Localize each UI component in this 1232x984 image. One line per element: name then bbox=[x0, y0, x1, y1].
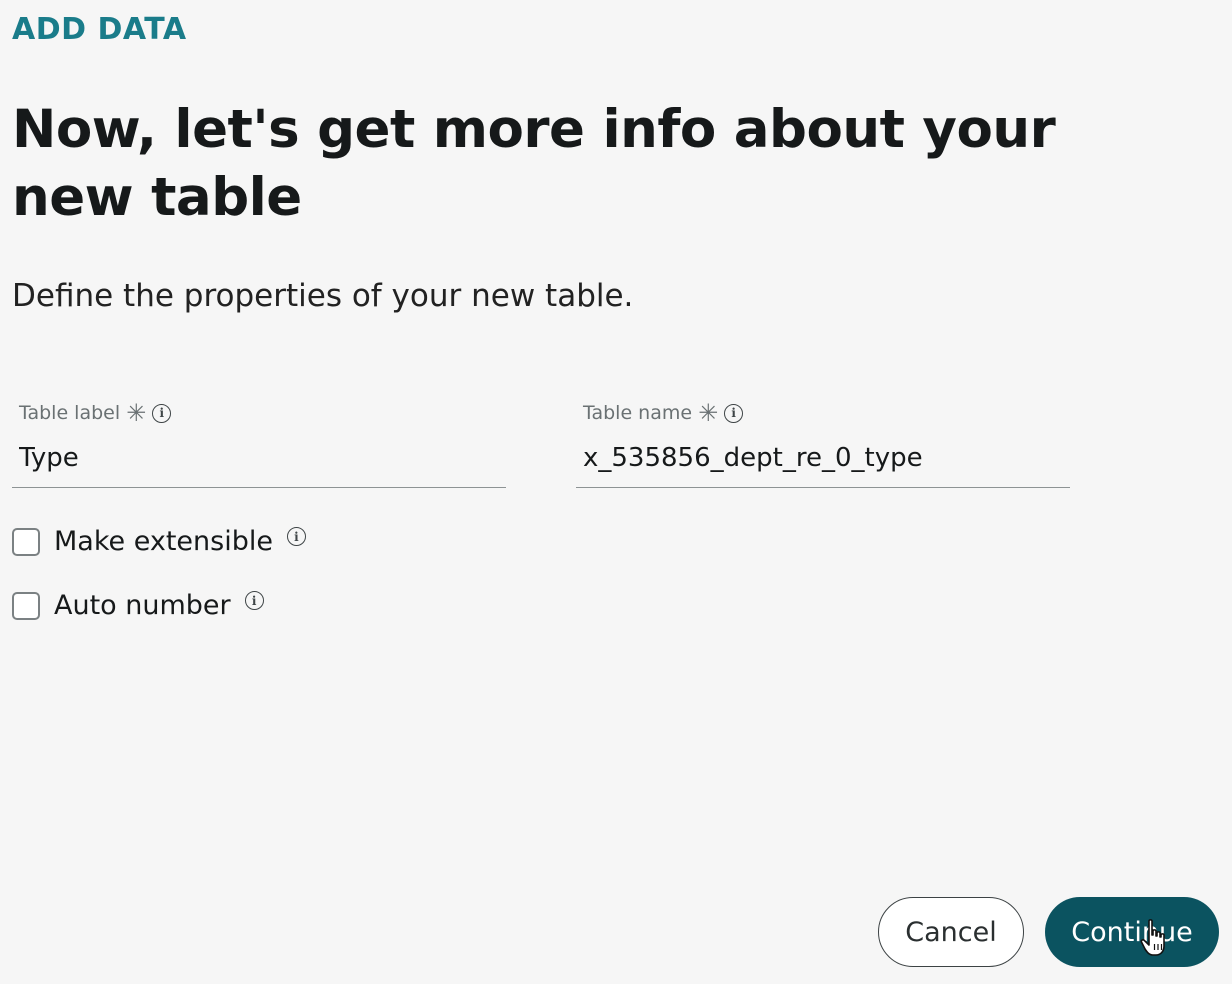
asterisk-icon: ✳ bbox=[126, 399, 147, 427]
table-name-field: Table name ✳ i bbox=[576, 398, 1070, 488]
make-extensible-checkbox[interactable] bbox=[12, 527, 40, 556]
cancel-button[interactable]: Cancel bbox=[878, 897, 1024, 967]
add-data-page: ADD DATA Now, let's get more info about … bbox=[0, 0, 1232, 984]
table-label-field: Table label ✳ i bbox=[12, 398, 506, 488]
page-title: Now, let's get more info about your new … bbox=[12, 99, 1056, 228]
info-icon[interactable]: i bbox=[244, 591, 264, 610]
eyebrow-title: ADD DATA bbox=[12, 12, 187, 47]
auto-number-option: Auto number i bbox=[12, 590, 264, 621]
table-label-text: Table label bbox=[19, 402, 121, 424]
page-subtitle: Define the properties of your new table. bbox=[12, 278, 634, 314]
table-name-input[interactable] bbox=[576, 428, 1070, 488]
table-label-input[interactable] bbox=[12, 428, 506, 488]
info-icon[interactable]: i bbox=[724, 403, 744, 423]
info-icon[interactable]: i bbox=[286, 527, 306, 546]
make-extensible-label[interactable]: Make extensible bbox=[54, 526, 273, 557]
auto-number-label[interactable]: Auto number bbox=[54, 590, 231, 621]
table-name-field-label: Table name ✳ i bbox=[576, 398, 1070, 428]
table-label-field-label: Table label ✳ i bbox=[12, 398, 506, 428]
info-icon[interactable]: i bbox=[152, 403, 172, 423]
make-extensible-option: Make extensible i bbox=[12, 526, 306, 557]
asterisk-icon: ✳ bbox=[698, 399, 719, 427]
table-name-text: Table name bbox=[583, 402, 693, 424]
continue-button[interactable]: Continue bbox=[1045, 897, 1219, 967]
auto-number-checkbox[interactable] bbox=[12, 591, 40, 620]
